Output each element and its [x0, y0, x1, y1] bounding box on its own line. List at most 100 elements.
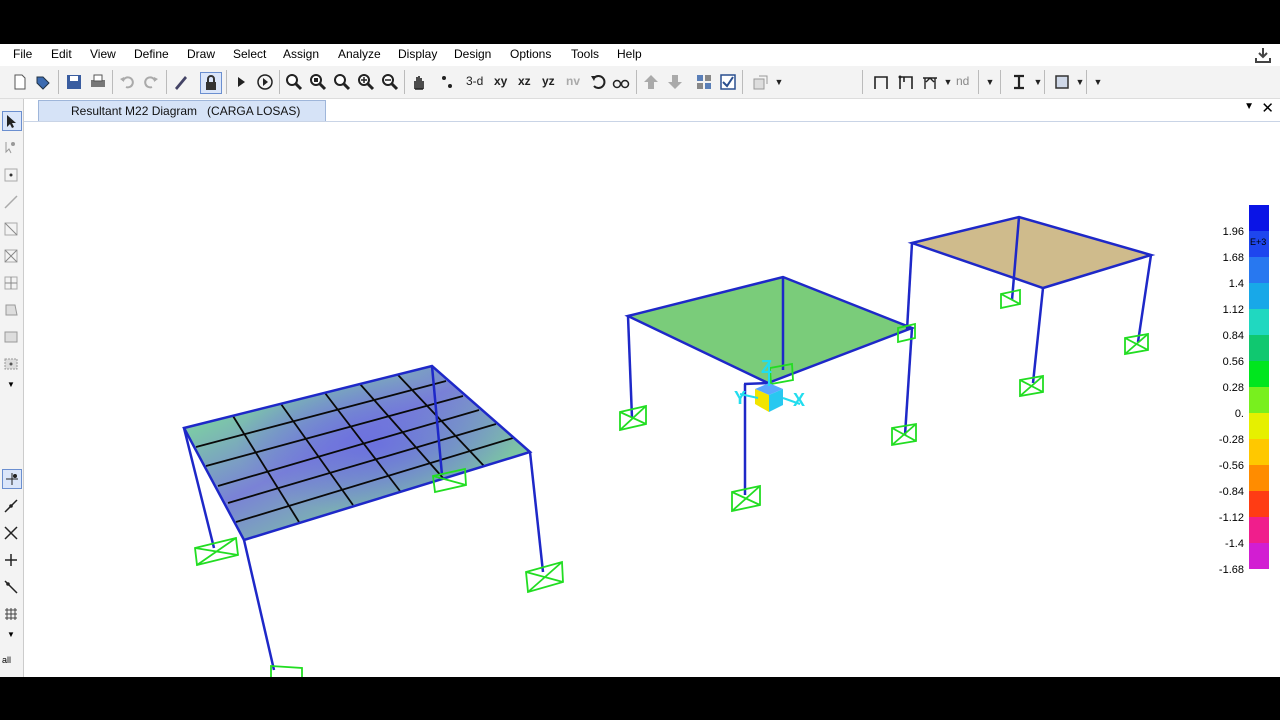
draw-brace-icon[interactable]: [2, 247, 20, 265]
menu-edit[interactable]: Edit: [51, 47, 72, 61]
select-all-label: all: [2, 655, 12, 665]
options-dropdown-icon[interactable]: ▼: [769, 72, 789, 92]
support-icon: [1124, 332, 1149, 356]
zoom-out-icon[interactable]: [380, 72, 400, 92]
menu-draw[interactable]: Draw: [187, 47, 215, 61]
view-xy-button[interactable]: xy: [494, 74, 507, 88]
move-up-icon[interactable]: [641, 72, 661, 92]
menu-assign[interactable]: Assign: [283, 47, 319, 61]
frame-release-icon[interactable]: [896, 72, 916, 92]
legend-color-swatch: [1249, 283, 1269, 309]
frame-left[interactable]: [182, 364, 545, 671]
draw-rect-area-icon[interactable]: [2, 328, 20, 346]
zoom-in-icon[interactable]: [356, 72, 376, 92]
check-icon[interactable]: [718, 72, 738, 92]
menu-help[interactable]: Help: [617, 47, 642, 61]
menu-tools[interactable]: Tools: [571, 47, 599, 61]
section-icon[interactable]: [1009, 72, 1029, 92]
nd-dropdown-icon[interactable]: ▼: [980, 72, 1000, 92]
legend-value-label: -1.12: [1218, 512, 1244, 524]
snap-points-icon[interactable]: [2, 469, 22, 489]
download-icon[interactable]: [1254, 46, 1272, 64]
legend-value-label: 1.96: [1222, 226, 1244, 238]
legend-value-label: 0.56: [1222, 356, 1244, 368]
tab-resultant-m22-diagram[interactable]: Resultant M22 Diagram (CARGA LOSAS): [38, 100, 326, 121]
support-icon: [731, 484, 761, 513]
section-dropdown-icon[interactable]: ▼: [1028, 72, 1048, 92]
menu-display[interactable]: Display: [398, 47, 437, 61]
snap-ends-icon[interactable]: [2, 497, 20, 515]
zoom-full-icon[interactable]: [308, 72, 328, 92]
undo-icon[interactable]: [117, 72, 137, 92]
pointer-icon[interactable]: [2, 111, 22, 131]
support-icon: [1000, 288, 1021, 310]
snap-lines-icon[interactable]: [2, 578, 20, 596]
redo-icon[interactable]: [141, 72, 161, 92]
walk-icon[interactable]: [437, 72, 457, 92]
menu-view[interactable]: View: [90, 47, 116, 61]
snap-grid-icon[interactable]: [2, 605, 20, 623]
view-xz-button[interactable]: xz: [518, 74, 531, 88]
run-now-icon[interactable]: [255, 72, 275, 92]
quick-draw-frame-icon[interactable]: [2, 220, 20, 238]
menu-file[interactable]: File: [13, 47, 32, 61]
support-icon: [1019, 374, 1044, 398]
view-nv-button[interactable]: nv: [566, 74, 580, 88]
area-icon[interactable]: [1052, 72, 1072, 92]
frame-right[interactable]: [905, 215, 1156, 384]
snap-perpendicular-icon[interactable]: [2, 551, 20, 569]
lock-icon[interactable]: [200, 72, 222, 94]
legend-scale-label: E+3: [1250, 237, 1267, 247]
options-icon[interactable]: [750, 72, 770, 92]
open-icon[interactable]: [33, 72, 53, 92]
close-icon[interactable]: ✕: [1261, 99, 1274, 117]
main-toolbar: 3-d xy xz yz nv ▼ ▼ nd ▼ ▼ ▼ ▼: [0, 66, 1280, 99]
menu-define[interactable]: Define: [134, 47, 169, 61]
draw-joint-icon[interactable]: [2, 166, 20, 184]
more-dropdown-icon[interactable]: ▼: [1088, 72, 1108, 92]
reshape-icon[interactable]: [2, 139, 20, 157]
select-all-button[interactable]: all: [2, 651, 20, 669]
pan-icon[interactable]: [409, 72, 429, 92]
frame-load-icon[interactable]: [920, 72, 940, 92]
legend-color-swatch: [1249, 387, 1269, 413]
nd-button[interactable]: nd: [956, 74, 969, 88]
menu-select[interactable]: Select: [233, 47, 266, 61]
left-toolbar: ▼ ▼ all PS: [0, 99, 24, 677]
pencil-icon[interactable]: [171, 72, 191, 92]
menu-bar: File Edit View Define Draw Select Assign…: [0, 44, 1280, 66]
new-model-icon[interactable]: [10, 72, 30, 92]
frame-icon[interactable]: [871, 72, 891, 92]
model-3d-view[interactable]: X Y Z: [24, 122, 1280, 677]
view-yz-button[interactable]: yz: [542, 74, 555, 88]
perspective-icon[interactable]: [611, 72, 631, 92]
set-display-icon[interactable]: [694, 72, 714, 92]
run-analysis-icon[interactable]: [231, 72, 251, 92]
snap-dropdown-icon[interactable]: ▼: [2, 625, 20, 643]
draw-dropdown-icon[interactable]: ▼: [2, 375, 20, 393]
draw-frame-icon[interactable]: [2, 193, 20, 211]
view-3d-button[interactable]: 3-d: [466, 74, 483, 88]
support-icon: [525, 560, 564, 594]
area-dropdown-icon[interactable]: ▼: [1070, 72, 1090, 92]
menu-analyze[interactable]: Analyze: [338, 47, 381, 61]
draw-grid-icon[interactable]: [2, 274, 20, 292]
save-icon[interactable]: [64, 72, 84, 92]
tab-list-dropdown-icon[interactable]: ▼: [1244, 101, 1254, 112]
snap-intersections-icon[interactable]: [2, 524, 20, 542]
legend-color-swatch: [1249, 413, 1269, 439]
zoom-restore-icon[interactable]: [332, 72, 352, 92]
zoom-window-icon[interactable]: [284, 72, 304, 92]
legend-value-label: 0.28: [1222, 382, 1244, 394]
legend-value-label: -1.68: [1218, 564, 1244, 576]
frame-dropdown-icon[interactable]: ▼: [938, 72, 958, 92]
model-viewport[interactable]: X Y Z E+3 1.96 1.68 1.4 1.12 0.84 0.56 0.28 0. -…: [24, 122, 1280, 677]
print-icon[interactable]: [88, 72, 108, 92]
rotate-icon[interactable]: [588, 72, 608, 92]
move-down-icon[interactable]: [665, 72, 685, 92]
draw-poly-area-icon[interactable]: [2, 301, 20, 319]
slab-right[interactable]: [907, 215, 1156, 290]
menu-design[interactable]: Design: [454, 47, 491, 61]
menu-options[interactable]: Options: [510, 47, 551, 61]
draw-quick-area-icon[interactable]: [2, 355, 20, 373]
